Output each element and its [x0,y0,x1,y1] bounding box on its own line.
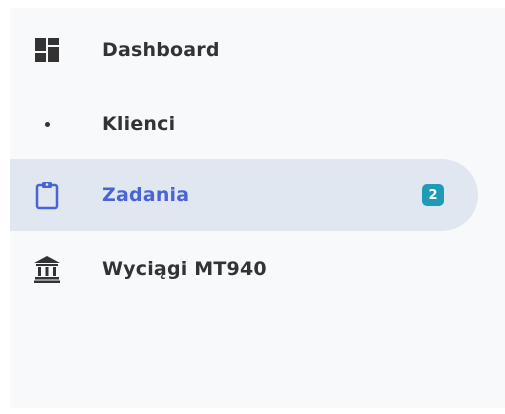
clipboard-icon [32,180,62,210]
sidebar-item-label: Klienci [102,113,176,135]
sidebar: Dashboard Klienci Zadania 2 Wyciągi MT94… [10,8,505,408]
task-count-badge: 2 [422,184,444,206]
sidebar-item-label: Zadania [102,184,190,206]
sidebar-item-zadania[interactable]: Zadania 2 [10,159,478,231]
dashboard-icon [32,35,62,65]
sidebar-item-label: Dashboard [102,39,220,61]
bank-icon [32,254,62,284]
sidebar-item-dashboard[interactable]: Dashboard [10,14,478,86]
sidebar-item-klienci[interactable]: Klienci [10,88,478,160]
sidebar-item-wyciagi-mt940[interactable]: Wyciągi MT940 [10,233,478,305]
sidebar-item-label: Wyciągi MT940 [102,258,267,280]
bullet-dot-icon [32,109,62,139]
